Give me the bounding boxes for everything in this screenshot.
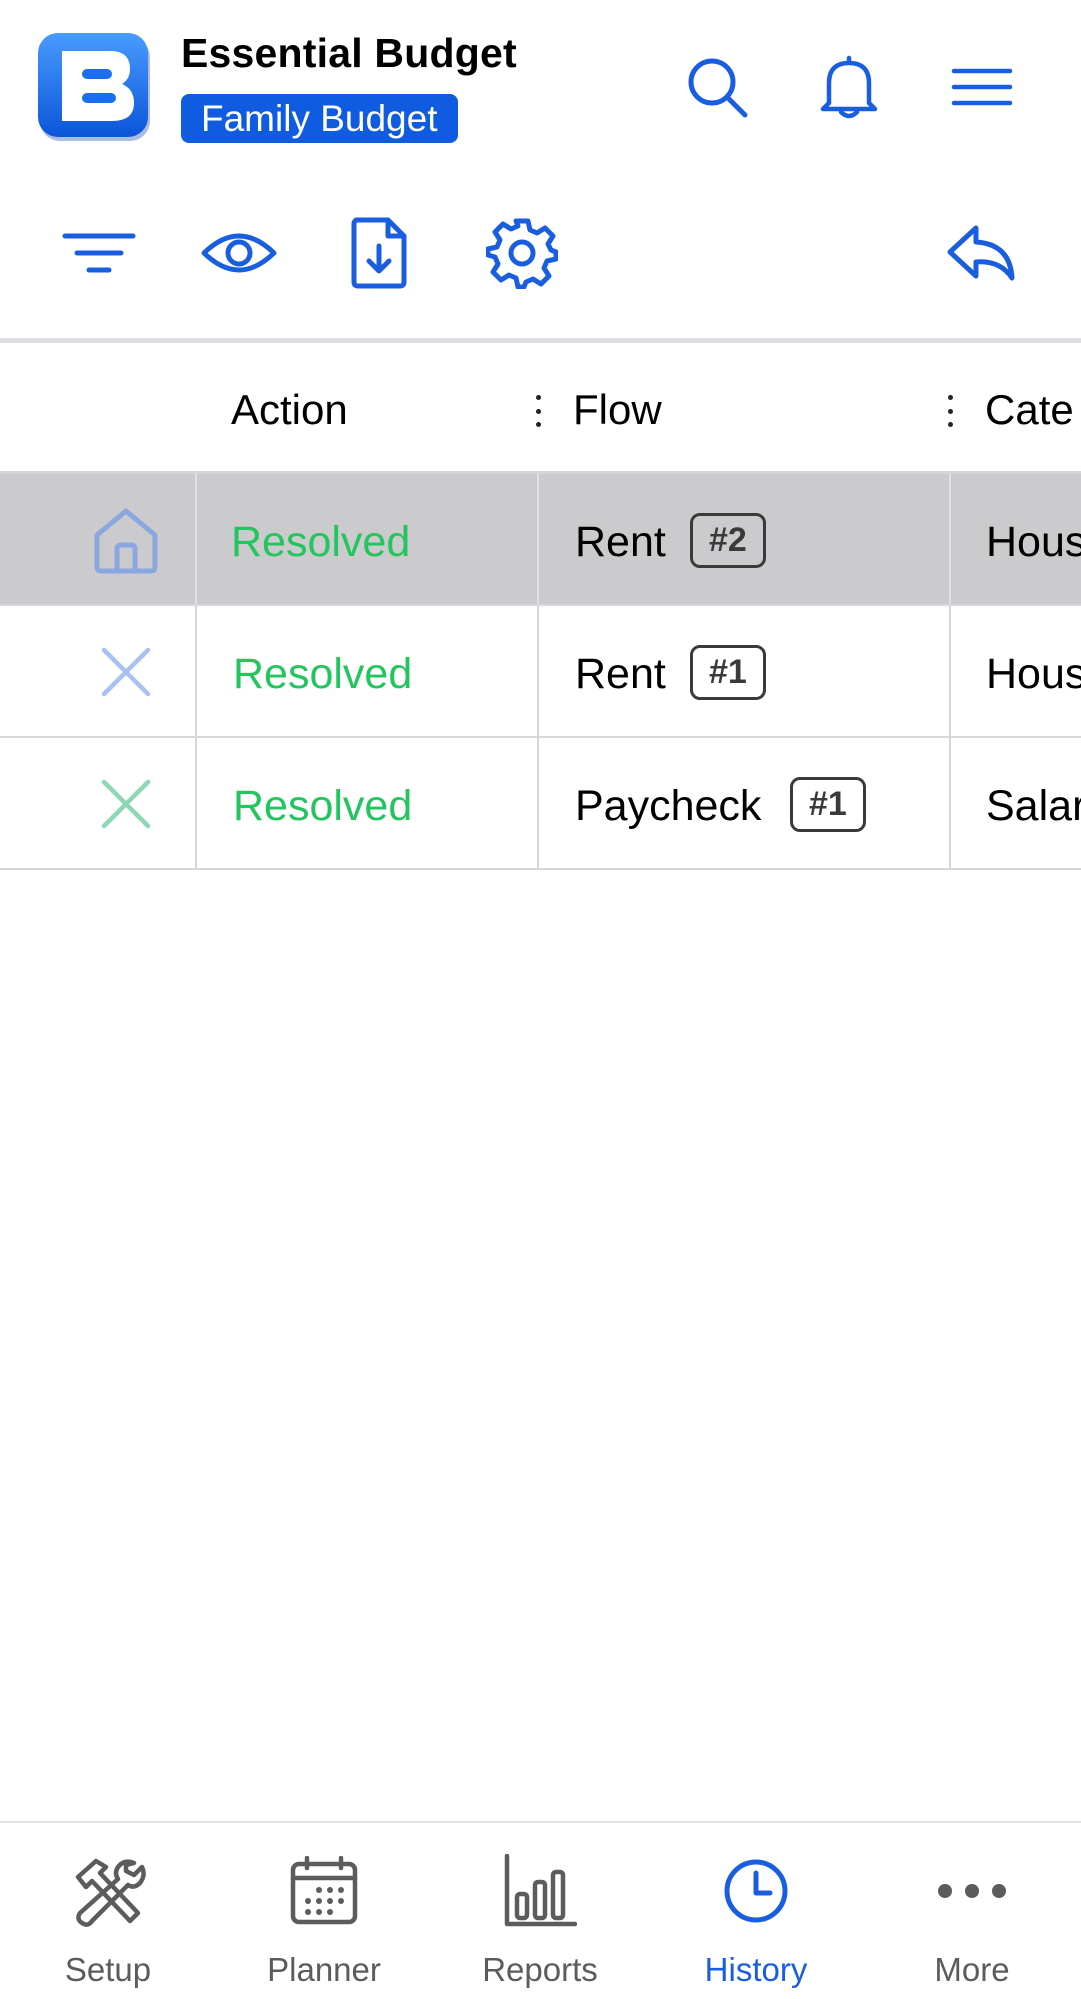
nav-label: Setup — [64, 1951, 152, 1988]
budget-selector-badge[interactable]: Family Budget — [181, 94, 458, 143]
clock-icon — [716, 1851, 796, 1931]
nav-planner[interactable]: Planner — [216, 1823, 432, 1999]
filter-icon[interactable] — [56, 210, 142, 296]
nav-label: History — [704, 1951, 808, 1988]
flow-name: Rent — [575, 650, 666, 698]
flow-tag: #1 — [790, 777, 866, 832]
flow-name: Rent — [575, 518, 666, 566]
category-name: Hous — [986, 518, 1081, 566]
home-icon — [86, 500, 166, 580]
history-table: Action Flow Cate Resolved Rent #2 Hous R… — [0, 343, 1081, 870]
bottom-navigation: Setup Planner Reports History More — [0, 1821, 1081, 1999]
table-row[interactable]: Resolved Paycheck #1 Salar — [0, 738, 1081, 870]
column-menu-icon[interactable] — [528, 391, 548, 431]
nav-history[interactable]: History — [648, 1823, 864, 1999]
bar-chart-icon — [500, 1851, 580, 1931]
hamburger-menu-icon[interactable] — [947, 52, 1017, 122]
nav-setup[interactable]: Setup — [0, 1823, 216, 1999]
tools-icon — [68, 1851, 148, 1931]
nav-more[interactable]: More — [864, 1823, 1080, 1999]
bell-icon[interactable] — [814, 52, 884, 122]
column-menu-icon[interactable] — [940, 391, 960, 431]
category-name: Hous — [986, 650, 1081, 698]
table-row[interactable]: Resolved Rent #1 Hous — [0, 606, 1081, 738]
essential-budget-logo — [38, 33, 154, 143]
table-header: Action Flow Cate — [0, 343, 1081, 474]
column-header-action[interactable]: Action — [231, 386, 348, 434]
more-dots-icon — [932, 1851, 1012, 1931]
toolbar — [0, 200, 1081, 310]
eye-icon[interactable] — [196, 210, 282, 296]
nav-label: Planner — [267, 1951, 381, 1988]
search-icon[interactable] — [682, 52, 752, 122]
undo-icon[interactable] — [938, 210, 1024, 296]
flow-name: Paycheck — [575, 782, 762, 830]
action-status: Resolved — [233, 782, 413, 830]
close-icon — [86, 632, 166, 712]
table-row[interactable]: Resolved Rent #2 Hous — [0, 474, 1081, 606]
app-title: Essential Budget — [181, 30, 517, 76]
column-header-flow[interactable]: Flow — [573, 386, 662, 434]
app-header: Essential Budget Family Budget — [0, 0, 1081, 170]
close-icon — [86, 764, 166, 844]
column-header-category[interactable]: Cate — [985, 386, 1074, 434]
nav-label: Reports — [482, 1951, 598, 1988]
nav-reports[interactable]: Reports — [432, 1823, 648, 1999]
action-status: Resolved — [231, 518, 411, 566]
flow-tag: #2 — [690, 513, 766, 568]
action-status: Resolved — [233, 650, 413, 698]
calendar-icon — [284, 1851, 364, 1931]
category-name: Salar — [986, 782, 1081, 830]
flow-tag: #1 — [690, 645, 766, 700]
nav-label: More — [934, 1951, 1010, 1988]
download-file-icon[interactable] — [336, 210, 422, 296]
gear-icon[interactable] — [479, 210, 565, 296]
